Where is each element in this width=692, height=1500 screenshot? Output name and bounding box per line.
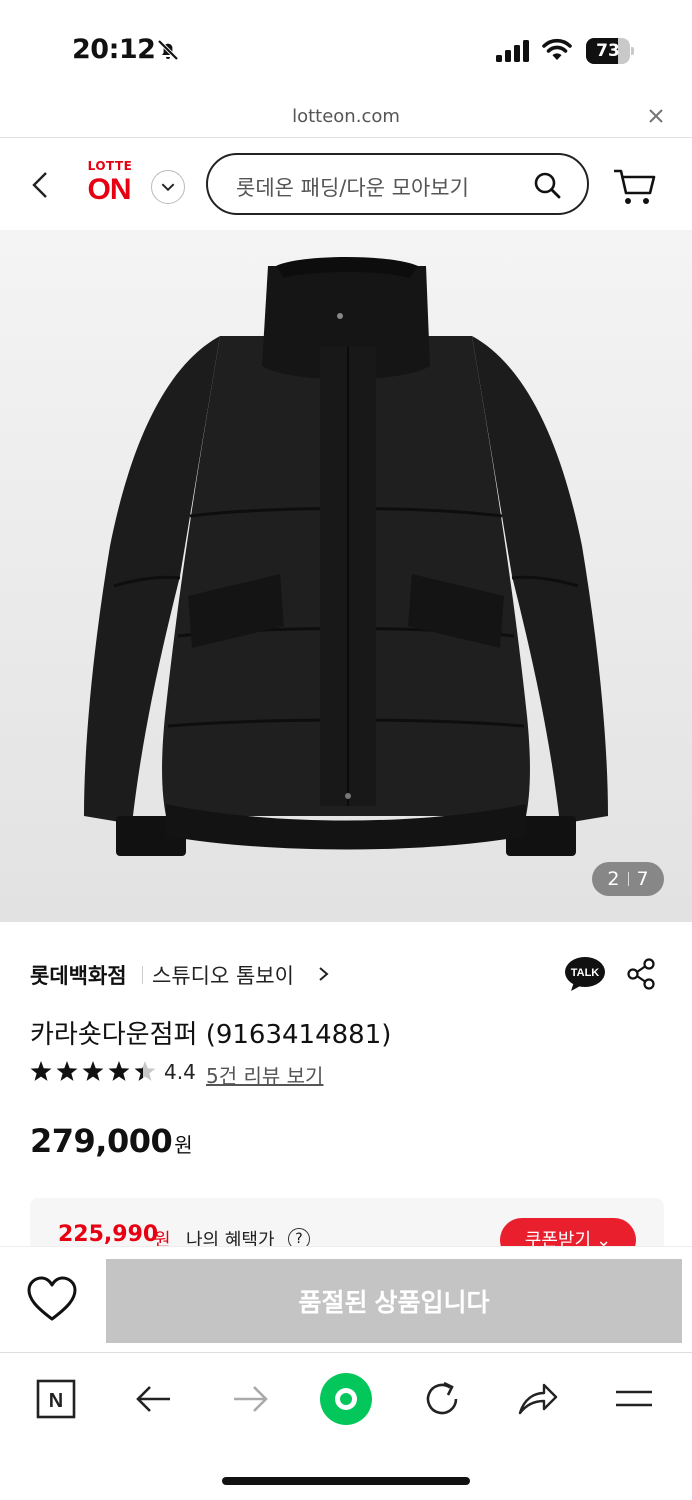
status-bar: 20:12 73 bbox=[0, 0, 692, 100]
image-counter-separator bbox=[627, 872, 629, 886]
soldout-button[interactable]: 품절된 상품입니다 bbox=[106, 1259, 682, 1343]
battery-percent: 73 bbox=[596, 41, 620, 61]
rating-stars bbox=[30, 1061, 156, 1081]
cart-icon[interactable] bbox=[612, 167, 656, 207]
back-arrow-icon[interactable] bbox=[132, 1377, 176, 1421]
product-photo-black-puffer-jacket bbox=[84, 257, 608, 856]
brand-name[interactable]: 롯데백화점 bbox=[30, 960, 127, 990]
review-link[interactable]: 5건 리뷰 보기 bbox=[206, 1060, 323, 1089]
site-header: LOTTE ON 롯데온 패딩/다운 모아보기 bbox=[0, 139, 692, 229]
star-icon bbox=[82, 1061, 104, 1081]
chevron-down-icon bbox=[161, 183, 175, 192]
bottom-cta-bar: 품절된 상품입니다 bbox=[0, 1246, 692, 1352]
bell-off-icon bbox=[157, 39, 179, 61]
browser-url-bar: lotteon.com bbox=[0, 100, 692, 138]
battery-icon: 73 bbox=[586, 38, 634, 64]
rating-row: 4.4 5건 리뷰 보기 bbox=[30, 1058, 430, 1089]
search-input[interactable]: 롯데온 패딩/다운 모아보기 bbox=[206, 153, 589, 215]
chevron-down-icon: ⌄ bbox=[596, 1230, 612, 1246]
menu-icon[interactable] bbox=[612, 1377, 656, 1421]
rating-value: 4.4 bbox=[164, 1060, 196, 1084]
chevron-right-icon[interactable] bbox=[318, 966, 330, 982]
coupon-button-label: 쿠폰받기 bbox=[524, 1230, 592, 1246]
share-arrow-icon[interactable] bbox=[516, 1377, 560, 1421]
image-counter: 2 7 bbox=[592, 862, 664, 896]
star-icon bbox=[134, 1061, 156, 1081]
logo-menu-toggle[interactable] bbox=[151, 170, 185, 204]
image-counter-total: 7 bbox=[636, 868, 649, 890]
wifi-icon bbox=[542, 38, 572, 60]
url-text[interactable]: lotteon.com bbox=[0, 106, 692, 127]
coupon-button[interactable]: 쿠폰받기 ⌄ bbox=[500, 1218, 636, 1246]
share-icon[interactable] bbox=[626, 958, 656, 990]
browser-toolbar: N bbox=[0, 1352, 692, 1500]
heart-icon[interactable] bbox=[26, 1275, 78, 1323]
image-counter-current: 2 bbox=[607, 868, 620, 890]
svg-text:N: N bbox=[49, 1390, 63, 1412]
naver-n-icon[interactable]: N bbox=[34, 1377, 78, 1421]
help-icon[interactable]: ? bbox=[288, 1228, 310, 1246]
talk-chat-icon[interactable]: TALK bbox=[564, 956, 606, 992]
cellular-signal-icon bbox=[496, 40, 529, 62]
close-icon[interactable] bbox=[648, 108, 664, 124]
brand-row: 롯데백화점 스튜디오 톰보이 TALK bbox=[30, 956, 662, 996]
benefit-box: 225,990 원 나의 혜택가 ? 쿠폰받기 ⌄ bbox=[30, 1198, 664, 1246]
price-value: 279,000 bbox=[30, 1122, 173, 1160]
product-image-gallery[interactable]: 2 7 bbox=[0, 230, 692, 922]
benefit-unit: 원 bbox=[154, 1230, 171, 1246]
svg-text:TALK: TALK bbox=[571, 967, 600, 979]
forward-arrow-icon[interactable] bbox=[228, 1377, 272, 1421]
home-indicator[interactable] bbox=[222, 1477, 470, 1485]
status-time: 20:12 bbox=[72, 34, 156, 65]
price: 279,000 원 bbox=[30, 1122, 193, 1160]
price-unit: 원 bbox=[174, 1133, 193, 1157]
star-icon bbox=[108, 1061, 130, 1081]
benefit-label: 나의 혜택가 bbox=[186, 1230, 275, 1246]
brand-divider bbox=[142, 966, 143, 984]
product-title: 카라숏다운점퍼 (9163414881) bbox=[30, 1020, 392, 1050]
star-icon bbox=[30, 1061, 52, 1081]
lotte-on-logo[interactable]: LOTTE ON bbox=[80, 159, 138, 209]
star-icon bbox=[56, 1061, 78, 1081]
search-icon[interactable] bbox=[533, 171, 561, 199]
store-link[interactable]: 스튜디오 톰보이 bbox=[152, 960, 294, 990]
green-dot-home-icon[interactable] bbox=[318, 1371, 374, 1427]
search-placeholder: 롯데온 패딩/다운 모아보기 bbox=[236, 176, 469, 200]
back-chevron-icon[interactable] bbox=[28, 169, 52, 201]
refresh-icon[interactable] bbox=[420, 1377, 464, 1421]
benefit-price: 225,990 bbox=[58, 1222, 159, 1246]
